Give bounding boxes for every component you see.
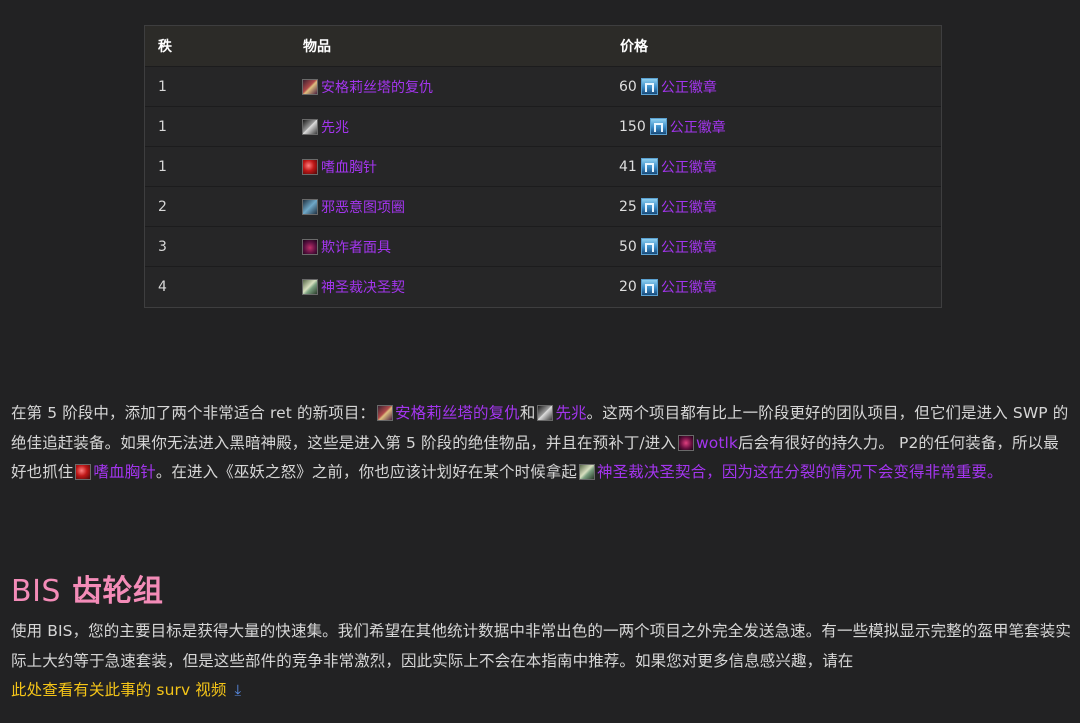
price-value: 20 xyxy=(619,279,637,295)
table-row: 1 嗜血胸针 41 公正徽章 xyxy=(145,147,941,187)
price-value: 41 xyxy=(619,158,637,175)
justice-badge-icon[interactable] xyxy=(640,278,658,296)
mask-icon[interactable] xyxy=(302,238,318,255)
table-header-row: 秩 物品 价格 xyxy=(145,26,941,67)
header-rank: 秩 xyxy=(158,39,172,55)
row-rank: 1 xyxy=(158,158,167,175)
row-rank: 1 xyxy=(158,118,167,135)
table-row: 2 邪恶意图项圈 25 公正徽章 xyxy=(145,187,941,227)
omen-icon[interactable] xyxy=(537,405,554,421)
price-value: 50 xyxy=(619,238,637,255)
item-link[interactable]: 安格莉丝塔的复仇 xyxy=(321,77,433,97)
table-row: 4 神圣裁决圣契 20 公正徽章 xyxy=(145,267,941,307)
download-icon[interactable]: ⤓ xyxy=(235,676,242,706)
heading-cjk: 齿轮组 xyxy=(71,574,164,609)
brooch-icon[interactable] xyxy=(302,158,318,175)
price-cell: 60 公正徽章 xyxy=(619,77,941,97)
paragraph-text: 使用 BIS，您的主要目标是获得大量的快速集。我们希望在其他统计数据中非常出色的… xyxy=(11,622,1071,670)
price-cell: 20 公正徽章 xyxy=(619,277,941,297)
price-cell: 150 公正徽章 xyxy=(619,117,941,137)
price-cell: 41 公正徽章 xyxy=(619,157,941,177)
libram-icon[interactable] xyxy=(302,279,318,295)
header-price: 价格 xyxy=(620,39,648,55)
surv-video-link[interactable]: 此处查看有关此事的 surv 视频 xyxy=(11,681,227,699)
item-link[interactable]: 先兆 xyxy=(321,117,349,137)
row-rank: 2 xyxy=(158,198,167,215)
page: 秩 物品 价格 1 安格莉丝塔的复仇 60 公正徽章 1 先兆 150 公正徽章… xyxy=(0,0,1080,723)
item-link[interactable]: 欺诈者面具 xyxy=(321,237,391,257)
libram-icon[interactable] xyxy=(579,464,596,481)
row-rank: 4 xyxy=(158,279,167,295)
justice-badge-icon[interactable] xyxy=(640,198,658,215)
item-cell: 神圣裁决圣契 xyxy=(302,277,619,297)
currency-link[interactable]: 公正徽章 xyxy=(661,157,717,177)
heading-latin: BIS xyxy=(11,574,61,609)
section-heading-bis: BIS 齿轮组 xyxy=(11,566,163,610)
justice-badge-icon[interactable] xyxy=(640,158,658,175)
item-link[interactable]: 邪恶意图项圈 xyxy=(321,197,405,217)
item-link-brooch[interactable]: 嗜血胸针 xyxy=(93,463,155,481)
table-row: 1 先兆 150 公正徽章 xyxy=(145,107,941,147)
justice-badge-icon[interactable] xyxy=(640,238,658,255)
justice-badge-icon[interactable] xyxy=(640,78,658,95)
collar-icon[interactable] xyxy=(302,198,318,215)
item-link-libram[interactable]: 神圣裁决圣契合，因为这在分裂的情况下会变得非常重要。 xyxy=(597,463,1003,481)
paragraph-text: 在第 5 阶段中，添加了两个非常适合 ret 的新项目： xyxy=(11,404,376,422)
paragraph-text: 。在进入《巫妖之怒》之前，你也应该计划好在某个时候拿起 xyxy=(155,463,578,482)
wotlk-icon[interactable] xyxy=(677,434,694,451)
price-cell: 25 公正徽章 xyxy=(619,197,941,217)
item-cell: 先兆 xyxy=(302,117,619,137)
item-link-angelista[interactable]: 安格莉丝塔的复仇 xyxy=(395,404,520,422)
item-cell: 邪恶意图项圈 xyxy=(302,197,619,217)
table-row: 3 欺诈者面具 50 公正徽章 xyxy=(145,227,941,267)
table-row: 1 安格莉丝塔的复仇 60 公正徽章 xyxy=(145,67,941,107)
item-link-omen[interactable]: 先兆 xyxy=(555,404,586,422)
currency-link[interactable]: 公正徽章 xyxy=(661,77,717,97)
dagger-icon[interactable] xyxy=(302,78,318,95)
currency-link[interactable]: 公正徽章 xyxy=(661,277,717,297)
currency-link[interactable]: 公正徽章 xyxy=(661,237,717,257)
item-cell: 欺诈者面具 xyxy=(302,237,619,257)
price-value: 60 xyxy=(619,78,637,95)
item-link[interactable]: 嗜血胸针 xyxy=(321,157,377,177)
header-item: 物品 xyxy=(303,39,331,55)
paragraph-text: 和 xyxy=(519,404,536,422)
row-rank: 1 xyxy=(158,78,167,95)
item-cell: 嗜血胸针 xyxy=(302,157,619,177)
currency-link[interactable]: 公正徽章 xyxy=(661,197,717,217)
wotlk-link[interactable]: wotlk xyxy=(696,434,738,452)
row-rank: 3 xyxy=(158,238,167,255)
bis-paragraph: 使用 BIS，您的主要目标是获得大量的快速集。我们希望在其他统计数据中非常出色的… xyxy=(11,617,1073,706)
item-price-table: 秩 物品 价格 1 安格莉丝塔的复仇 60 公正徽章 1 先兆 150 公正徽章… xyxy=(144,25,942,308)
item-cell: 安格莉丝塔的复仇 xyxy=(302,77,619,97)
item-link[interactable]: 神圣裁决圣契 xyxy=(321,277,405,297)
price-value: 150 xyxy=(619,118,646,135)
price-value: 25 xyxy=(619,198,637,215)
price-cell: 50 公正徽章 xyxy=(619,237,941,257)
currency-link[interactable]: 公正徽章 xyxy=(670,117,726,137)
phase5-paragraph: 在第 5 阶段中，添加了两个非常适合 ret 的新项目： 安格莉丝塔的复仇和 先兆。… xyxy=(11,399,1073,488)
justice-badge-icon[interactable] xyxy=(649,118,667,135)
brooch-icon[interactable] xyxy=(75,464,92,481)
dagger-icon[interactable] xyxy=(377,405,394,421)
omen-icon[interactable] xyxy=(302,118,318,135)
